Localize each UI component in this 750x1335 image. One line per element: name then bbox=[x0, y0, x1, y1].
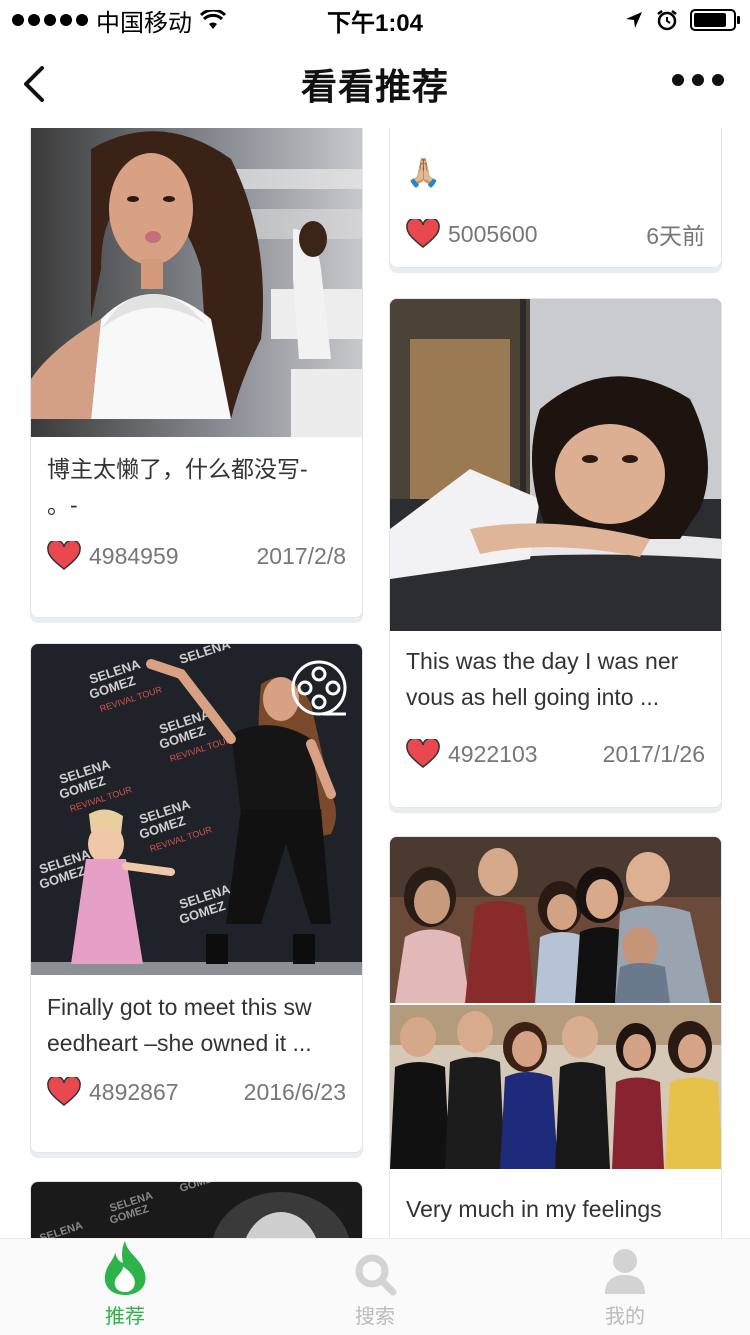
search-icon bbox=[355, 1254, 397, 1296]
post-photo: SELENA GOMEZ SELENA GOMEZ bbox=[31, 1182, 362, 1238]
alarm-icon bbox=[657, 10, 677, 31]
post-card[interactable]: 🙏🏼 5005600 6天前 bbox=[389, 128, 722, 268]
carrier-label: 中国移动 bbox=[96, 9, 192, 37]
post-date: 6天前 bbox=[646, 223, 705, 249]
wifi-icon bbox=[200, 10, 226, 29]
tab-bar: 推荐 搜索 我的 bbox=[0, 1238, 750, 1335]
post-date: 2016/6/23 bbox=[243, 1078, 346, 1105]
post-caption: Finally got to meet this sw eedheart –sh… bbox=[47, 994, 312, 1056]
post-caption: 博主太懒了，什么都没写- 。- bbox=[47, 456, 308, 518]
post-meta: 5005600 6天前 bbox=[390, 217, 721, 251]
flame-icon bbox=[104, 1240, 146, 1296]
post-card[interactable]: 博主太懒了，什么都没写- 。- 4984959 2017/2/8 bbox=[30, 128, 363, 618]
post-photo bbox=[390, 837, 721, 1169]
location-arrow-icon bbox=[626, 12, 642, 28]
heart-icon[interactable] bbox=[406, 739, 440, 769]
like-count: 4984959 bbox=[89, 542, 179, 569]
tab-recommend[interactable]: 推荐 bbox=[0, 1239, 250, 1335]
post-caption: This was the day I was ner vous as hell … bbox=[406, 648, 679, 710]
post-photo bbox=[31, 128, 362, 437]
battery-icon bbox=[690, 9, 740, 31]
tab-search[interactable]: 搜索 bbox=[250, 1239, 500, 1335]
post-card[interactable]: SELENA GOMEZ SELENA GOMEZ bbox=[30, 1181, 363, 1238]
page-title: 看看推荐 bbox=[300, 66, 449, 107]
post-date: 2017/2/8 bbox=[256, 542, 346, 569]
navigation-bar: 看看推荐 bbox=[0, 40, 750, 128]
post-date: 2017/1/26 bbox=[602, 740, 705, 767]
signal-icon bbox=[12, 14, 88, 26]
post-meta: 4984959 2017/2/8 bbox=[31, 541, 362, 571]
post-photo: SELENA GOMEZ SELENA GOMEZ SELENA GOMEZ S… bbox=[31, 644, 362, 975]
tab-profile[interactable]: 我的 bbox=[500, 1239, 750, 1335]
post-caption: 🙏🏼 bbox=[406, 157, 441, 188]
like-count: 5005600 bbox=[448, 220, 538, 247]
like-count: 4922103 bbox=[448, 740, 538, 767]
person-icon bbox=[605, 1249, 645, 1294]
post-card[interactable]: SELENA GOMEZ SELENA GOMEZ SELENA GOMEZ S… bbox=[30, 643, 363, 1153]
like-count: 4892867 bbox=[89, 1078, 179, 1105]
status-bar: 中国移动 下午1:04 bbox=[0, 0, 750, 40]
post-card[interactable]: Very much in my feelings bbox=[389, 836, 722, 1238]
tab-label: 推荐 bbox=[105, 1306, 145, 1328]
heart-icon[interactable] bbox=[406, 219, 440, 249]
post-meta: 4892867 2016/6/23 bbox=[31, 1077, 362, 1107]
post-card[interactable]: This was the day I was ner vous as hell … bbox=[389, 298, 722, 808]
post-meta: 4922103 2017/1/26 bbox=[390, 739, 721, 769]
back-arrow-icon[interactable] bbox=[18, 62, 58, 106]
tab-label: 我的 bbox=[605, 1306, 645, 1328]
tab-label: 搜索 bbox=[355, 1306, 395, 1328]
more-options-icon[interactable] bbox=[672, 74, 724, 86]
recommendation-feed[interactable]: 博主太懒了，什么都没写- 。- 4984959 2017/2/8 SELENA … bbox=[0, 128, 750, 1238]
heart-icon[interactable] bbox=[47, 541, 81, 571]
post-caption: Very much in my feelings bbox=[406, 1196, 662, 1222]
heart-icon[interactable] bbox=[47, 1077, 81, 1107]
video-reel-icon bbox=[289, 660, 349, 720]
post-photo bbox=[390, 299, 721, 631]
